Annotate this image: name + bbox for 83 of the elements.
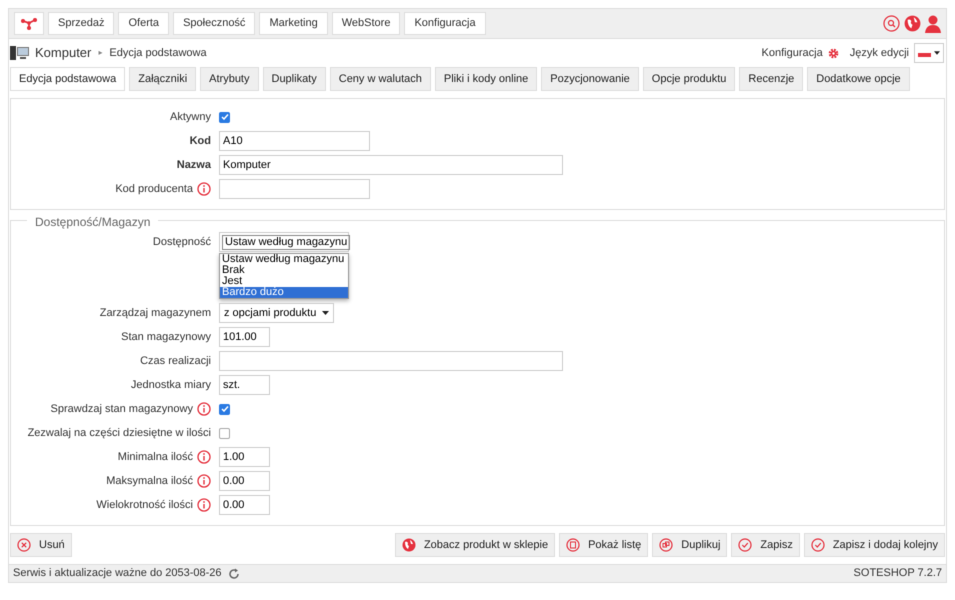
- computer-icon: [10, 45, 30, 61]
- info-icon[interactable]: [197, 402, 211, 416]
- gear-icon[interactable]: [828, 48, 839, 58]
- text-field[interactable]: 1.00: [219, 447, 270, 467]
- field-label: Zarządzaj magazynem: [100, 306, 211, 321]
- tab[interactable]: Edycja podstawowa: [10, 67, 126, 91]
- dropdown-option[interactable]: Ustaw według magazynu: [220, 254, 348, 265]
- tab[interactable]: Recenzje: [739, 67, 804, 91]
- tab[interactable]: Ceny w walutach: [330, 67, 431, 91]
- field-label: Kod producenta: [115, 182, 193, 197]
- list-icon: [566, 538, 580, 552]
- nav-item[interactable]: Marketing: [259, 12, 328, 35]
- field-label: Sprawdzaj stan magazynowy: [50, 402, 193, 417]
- tab[interactable]: Dodatkowe opcje: [807, 67, 910, 91]
- check-icon: [810, 538, 825, 552]
- field-label: Aktywny: [170, 110, 211, 125]
- action-button[interactable]: Duplikuj: [652, 533, 728, 557]
- tab[interactable]: Duplikaty: [262, 67, 326, 91]
- field-label: Stan magazynowy: [121, 330, 211, 345]
- dropdown-option[interactable]: Brak: [220, 265, 348, 276]
- text-field[interactable]: A10: [219, 131, 370, 151]
- dropdown[interactable]: z opcjami produktu: [219, 303, 334, 323]
- checkbox[interactable]: [219, 112, 230, 122]
- status-text: Serwis i aktualizacje ważne do 2053-08-26: [13, 566, 222, 582]
- text-field[interactable]: szt.: [219, 375, 270, 395]
- version-text: SOTESHOP 7.2.7: [854, 566, 942, 582]
- text-field[interactable]: 101.00: [219, 327, 270, 347]
- text-field[interactable]: Komputer: [219, 155, 563, 175]
- field-label: Czas realizacji: [140, 354, 211, 369]
- checkbox[interactable]: [219, 404, 230, 414]
- action-button[interactable]: Pokaż listę: [559, 533, 648, 557]
- text-field[interactable]: 0.00: [219, 471, 270, 491]
- text-field[interactable]: [219, 179, 370, 199]
- field-label: Maksymalna ilość: [106, 474, 193, 489]
- field-label: Minimalna ilość: [118, 450, 193, 465]
- copy-icon: [659, 538, 674, 552]
- check-icon: [738, 538, 752, 552]
- nav-item[interactable]: Konfiguracja: [404, 12, 486, 35]
- checkbox[interactable]: [219, 428, 230, 438]
- breadcrumb-separator: ▸: [98, 47, 102, 59]
- tab[interactable]: Opcje produktu: [642, 67, 736, 91]
- logo-icon: [21, 18, 37, 30]
- field-label: Dostępność: [152, 234, 211, 250]
- dropdown-option[interactable]: Jest: [220, 276, 348, 287]
- info-icon[interactable]: [197, 182, 211, 196]
- nav-item[interactable]: Sprzedaż: [48, 12, 114, 35]
- tab[interactable]: Pliki i kody online: [434, 67, 538, 91]
- text-field[interactable]: 0.00: [219, 495, 270, 515]
- action-button[interactable]: Usuń: [10, 533, 72, 557]
- language-label: Język edycji: [850, 46, 909, 61]
- user-icon[interactable]: [925, 14, 941, 32]
- text-field[interactable]: [219, 351, 563, 371]
- nav-item[interactable]: Oferta: [118, 12, 170, 35]
- info-icon[interactable]: [197, 474, 211, 488]
- action-button[interactable]: Zobacz produkt w sklepie: [394, 533, 556, 557]
- search-icon[interactable]: [883, 15, 900, 32]
- field-label: Kod: [190, 134, 211, 149]
- action-button[interactable]: Zapisz: [731, 533, 800, 557]
- nav-item[interactable]: Społeczność: [173, 12, 256, 35]
- language-dropdown[interactable]: [914, 43, 944, 63]
- field-label: Zezwalaj na części dziesiętne w ilości: [28, 426, 211, 441]
- globe-icon: [402, 538, 416, 552]
- dropdown[interactable]: Ustaw według magazynu: [219, 232, 349, 252]
- logo-button[interactable]: [14, 12, 44, 35]
- field-label: Nazwa: [176, 158, 211, 173]
- nav-item[interactable]: WebStore: [332, 12, 400, 35]
- product-title: Komputer: [35, 44, 92, 62]
- action-button[interactable]: Zapisz i dodaj kolejny: [804, 533, 945, 557]
- field-label: Wielokrotność ilości: [96, 498, 193, 513]
- config-link[interactable]: Konfiguracja: [762, 44, 823, 62]
- tab[interactable]: Atrybuty: [200, 67, 258, 91]
- info-icon[interactable]: [197, 498, 211, 512]
- field-label: Jednostka miary: [130, 378, 211, 393]
- tab[interactable]: Pozycjonowanie: [541, 67, 639, 91]
- globe-icon[interactable]: [904, 15, 921, 32]
- dropdown-option[interactable]: Bardzo dużo: [220, 287, 348, 298]
- info-icon[interactable]: [197, 450, 211, 464]
- breadcrumb-current: Edycja podstawowa: [109, 46, 207, 61]
- caret-icon: [934, 51, 940, 55]
- close-icon: [17, 538, 31, 552]
- caret-icon: [322, 311, 330, 315]
- refresh-icon[interactable]: [228, 568, 240, 580]
- tab[interactable]: Załączniki: [129, 67, 196, 91]
